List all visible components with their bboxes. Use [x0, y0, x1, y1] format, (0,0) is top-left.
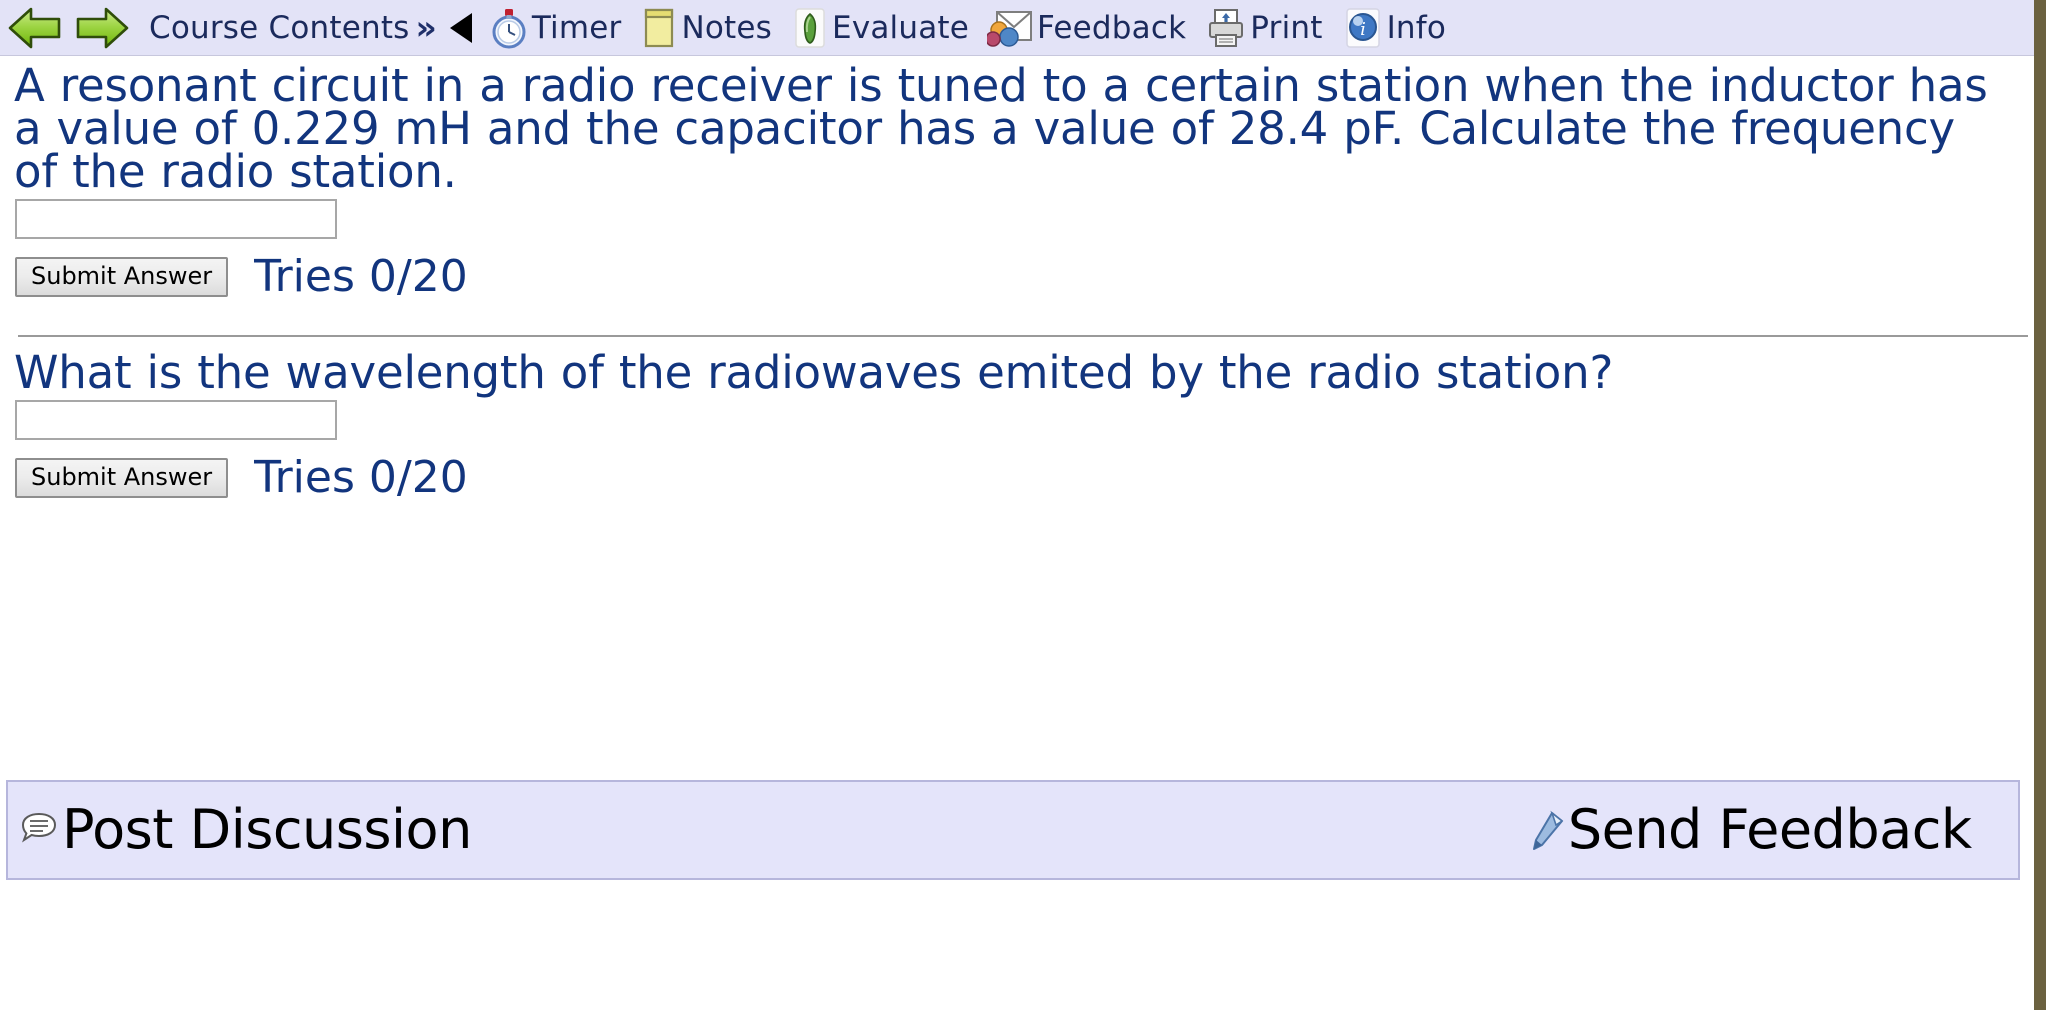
toolbar-item-notes-label: Notes	[681, 9, 773, 46]
toolbar-item-info[interactable]: i Info	[1341, 0, 1448, 55]
right-arrow-icon	[73, 5, 131, 51]
problem-1-text: A resonant circuit in a radio receiver i…	[14, 59, 1988, 198]
send-feedback-label: Send Feedback	[1567, 798, 1972, 861]
post-discussion-label: Post Discussion	[62, 798, 472, 861]
forward-button[interactable]	[73, 0, 131, 55]
problem-2: What is the wavelength of the radiowaves…	[14, 337, 2020, 500]
toolbar-item-info-label: Info	[1386, 9, 1447, 46]
svg-text:i: i	[1360, 19, 1366, 40]
problem-1-submit-row: Submit Answer Tries 0/20	[15, 255, 2020, 299]
page-root: Course Contents » Timer Notes Evaluate F…	[0, 0, 2046, 1010]
toolbar-item-print[interactable]: Print	[1204, 0, 1324, 55]
problem-content: A resonant circuit in a radio receiver i…	[0, 56, 2034, 500]
toolbar-item-feedback[interactable]: Feedback	[987, 0, 1188, 55]
answer-input-1[interactable]	[15, 199, 337, 239]
left-arrow-icon	[6, 5, 64, 51]
answer-input-2[interactable]	[15, 400, 337, 440]
timer-icon	[488, 6, 530, 50]
collapse-button[interactable]	[449, 0, 472, 55]
post-discussion-button[interactable]: Post Discussion	[16, 803, 472, 857]
problem-1: A resonant circuit in a radio receiver i…	[14, 56, 2020, 299]
problem-2-submit-row: Submit Answer Tries 0/20	[15, 456, 2020, 500]
speech-bubble-icon	[16, 807, 62, 853]
send-feedback-icon	[1522, 807, 1568, 853]
notes-icon	[639, 6, 679, 50]
top-toolbar: Course Contents » Timer Notes Evaluate F…	[0, 0, 2034, 56]
toolbar-item-timer-label: Timer	[531, 9, 622, 46]
send-feedback-button[interactable]: Send Feedback	[1522, 803, 1972, 857]
back-button[interactable]	[6, 0, 64, 55]
submit-answer-button-2[interactable]: Submit Answer	[15, 458, 229, 498]
toolbar-item-notes[interactable]: Notes	[639, 0, 774, 55]
toolbar-item-print-label: Print	[1250, 9, 1323, 46]
toolbar-item-timer[interactable]: Timer	[488, 0, 624, 55]
submit-answer-button-1[interactable]: Submit Answer	[15, 257, 229, 297]
problem-2-text: What is the wavelength of the radiowaves…	[14, 346, 1614, 399]
info-icon: i	[1341, 6, 1385, 50]
course-contents-label: Course Contents	[149, 9, 410, 46]
print-icon	[1204, 6, 1248, 50]
toolbar-item-evaluate[interactable]: Evaluate	[790, 0, 971, 55]
evaluate-icon	[790, 6, 830, 50]
tries-counter-1: Tries 0/20	[254, 251, 468, 302]
chevron-right-icon: »	[415, 8, 437, 47]
feedback-icon	[987, 6, 1035, 50]
course-contents-link[interactable]: Course Contents	[147, 0, 412, 55]
left-triangle-icon	[449, 12, 472, 43]
tries-counter-2: Tries 0/20	[254, 452, 468, 503]
toolbar-item-feedback-label: Feedback	[1037, 9, 1187, 46]
footer-bar: Post Discussion Send Feedback	[6, 780, 2020, 880]
toolbar-item-evaluate-label: Evaluate	[832, 9, 970, 46]
